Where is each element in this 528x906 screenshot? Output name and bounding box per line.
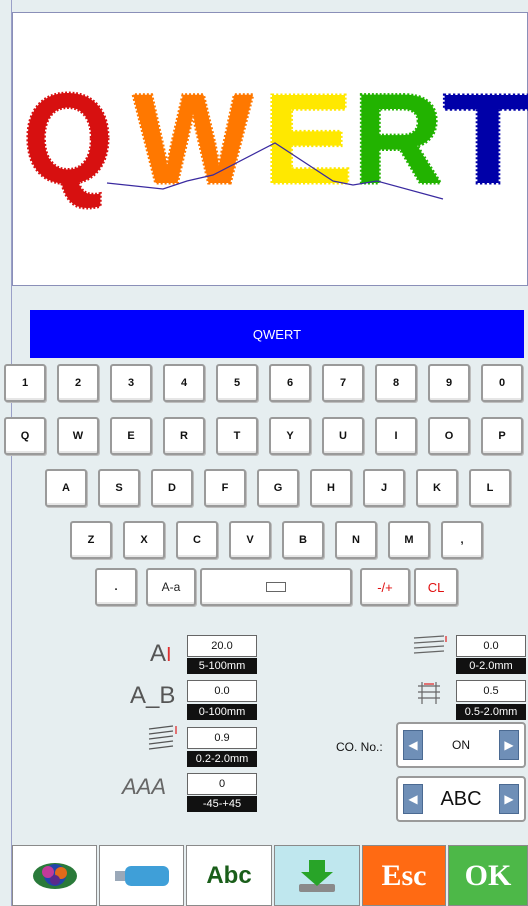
ok-label: OK (464, 858, 512, 892)
esc-button[interactable]: Esc (362, 845, 446, 906)
key-l[interactable]: L (469, 469, 511, 507)
key-q[interactable]: Q (4, 417, 46, 455)
preview-canvas: QWERT (22, 67, 528, 213)
key-3[interactable]: 3 (110, 364, 152, 402)
key-n[interactable]: N (335, 521, 377, 559)
height-value[interactable]: 20.0 (187, 635, 257, 657)
key-4[interactable]: 4 (163, 364, 205, 402)
key-p[interactable]: P (481, 417, 523, 455)
name-display: QWERT (30, 310, 524, 358)
key-m[interactable]: M (388, 521, 430, 559)
right-mid-range: 0.5-2.0mm (456, 704, 526, 720)
char-height-icon: AI (150, 640, 172, 667)
key-g[interactable]: G (257, 469, 299, 507)
key-9[interactable]: 9 (428, 364, 470, 402)
abc-label: Abc (206, 861, 252, 889)
key-d[interactable]: D (151, 469, 193, 507)
font-selector: ◀ ABC ▶ (396, 776, 526, 822)
key-r[interactable]: R (163, 417, 205, 455)
right-top-range: 0-2.0mm (456, 658, 526, 674)
sign-toggle-button[interactable]: -/+ (360, 568, 410, 606)
spacing-range: 0-100mm (187, 704, 257, 720)
key-1[interactable]: 1 (4, 364, 46, 402)
density-range: 0.2-2.0mm (187, 751, 257, 767)
usb-button[interactable] (99, 845, 184, 906)
preview-letter-r: R (353, 68, 443, 211)
char-spacing-icon: A_B (130, 682, 176, 709)
char-slant-icon: AAA (122, 774, 167, 799)
key-t[interactable]: T (216, 417, 258, 455)
key-comma[interactable]: , (441, 521, 483, 559)
download-icon (299, 859, 335, 892)
right-mid-value[interactable]: 0.5 (456, 680, 526, 702)
preview-letter-t: T (443, 68, 528, 211)
esc-label: Esc (381, 858, 427, 892)
font-prev-button[interactable]: ◀ (403, 784, 423, 814)
right-top-value[interactable]: 0.0 (456, 635, 526, 657)
key-h[interactable]: H (310, 469, 352, 507)
preview-letter-w: W (133, 68, 253, 211)
window-top-frame (0, 0, 528, 12)
key-c[interactable]: C (176, 521, 218, 559)
co-prev-button[interactable]: ◀ (403, 730, 423, 760)
key-k[interactable]: K (416, 469, 458, 507)
co-next-button[interactable]: ▶ (499, 730, 519, 760)
key-i[interactable]: I (375, 417, 417, 455)
height-range: 5-100mm (187, 658, 257, 674)
space-key[interactable] (200, 568, 352, 606)
case-toggle-button[interactable]: A-a (146, 568, 196, 606)
key-s[interactable]: S (98, 469, 140, 507)
key-f[interactable]: F (204, 469, 246, 507)
slant-value[interactable]: 0 (187, 773, 257, 795)
underlay-spacing-icon (413, 635, 447, 654)
preview-letter-e: E (263, 68, 353, 211)
slant-range: -45-+45 (187, 796, 257, 812)
key-j[interactable]: J (363, 469, 405, 507)
underlay-width-icon (418, 682, 440, 704)
co-no-label: CO. No.: (336, 740, 383, 754)
density-value[interactable]: 0.9 (187, 727, 257, 749)
key-u[interactable]: U (322, 417, 364, 455)
embroidery-flower-icon (32, 862, 77, 889)
co-no-selector: ◀ ON ▶ (396, 722, 526, 768)
embroidery-preview: QWERT (12, 12, 528, 286)
key-6[interactable]: 6 (269, 364, 311, 402)
ok-button[interactable]: OK (448, 845, 528, 906)
preview-letters: QWERT (22, 67, 528, 213)
spacing-value[interactable]: 0.0 (187, 680, 257, 702)
key-x[interactable]: X (123, 521, 165, 559)
space-icon (266, 582, 286, 592)
key-o[interactable]: O (428, 417, 470, 455)
key-v[interactable]: V (229, 521, 271, 559)
font-value: ABC (440, 787, 482, 810)
key-0[interactable]: 0 (481, 364, 523, 402)
usb-drive-icon (114, 865, 169, 886)
font-next-button[interactable]: ▶ (499, 784, 519, 814)
key-2[interactable]: 2 (57, 364, 99, 402)
text-mode-button[interactable]: Abc (186, 845, 272, 906)
key-e[interactable]: E (110, 417, 152, 455)
key-dot[interactable]: . (95, 568, 137, 606)
key-z[interactable]: Z (70, 521, 112, 559)
save-download-button[interactable] (274, 845, 360, 906)
key-7[interactable]: 7 (322, 364, 364, 402)
pattern-library-button[interactable] (12, 845, 97, 906)
key-8[interactable]: 8 (375, 364, 417, 402)
key-a[interactable]: A (45, 469, 87, 507)
key-5[interactable]: 5 (216, 364, 258, 402)
co-value: ON (452, 738, 470, 752)
stitch-density-icon (148, 725, 177, 750)
clear-button[interactable]: CL (414, 568, 458, 606)
preview-letter-q: Q (23, 68, 113, 211)
key-w[interactable]: W (57, 417, 99, 455)
key-y[interactable]: Y (269, 417, 311, 455)
key-b[interactable]: B (282, 521, 324, 559)
